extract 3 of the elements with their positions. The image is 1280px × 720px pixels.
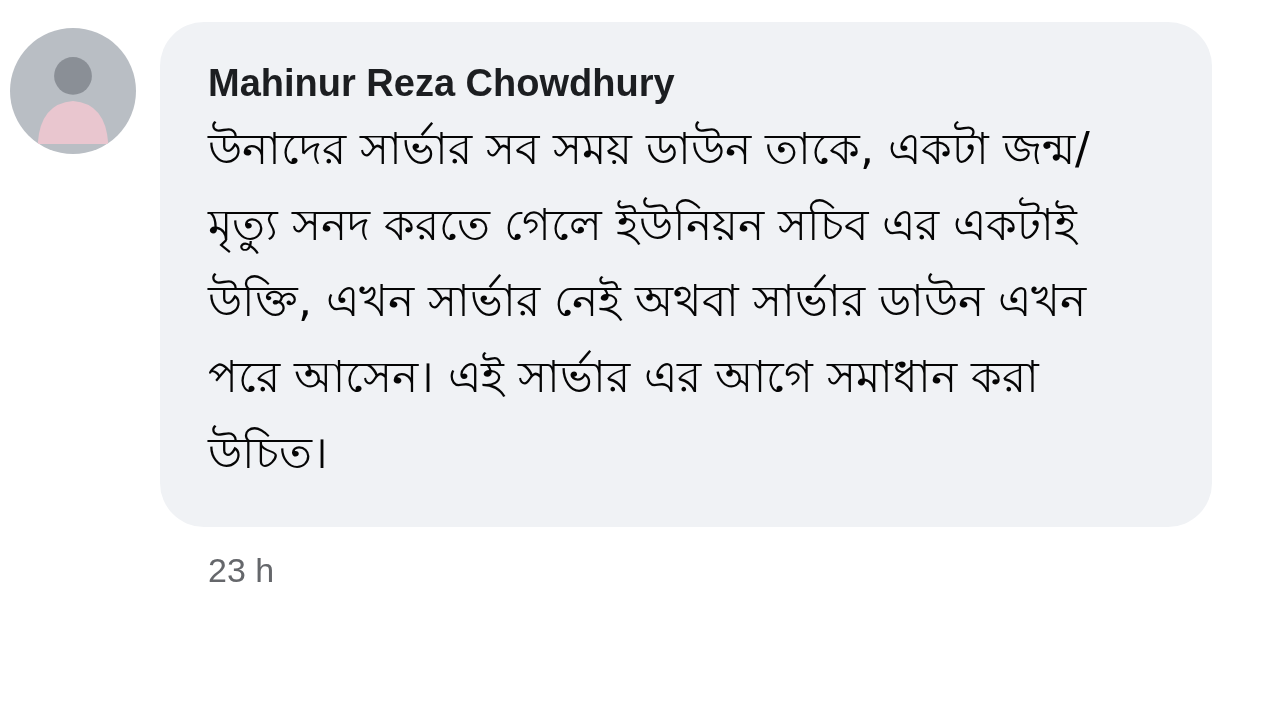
- author-name[interactable]: Mahinur Reza Chowdhury: [208, 62, 1164, 105]
- comment-time[interactable]: 23 h: [208, 551, 1212, 590]
- comment-text: উনাদের সার্ভার সব সময় ডাউন তাকে, একটা জন্ম/ মৃত্যু সনদ করতে গেলে ইউনিয়ন সচিব এর একটাই উক্তি, এখন সার্ভার নেই অথবা সার্ভার ডাউন এখন পরে আসেন। এই সার্ভার এর আগে সমাধান করা উচিত।: [208, 120, 1091, 480]
